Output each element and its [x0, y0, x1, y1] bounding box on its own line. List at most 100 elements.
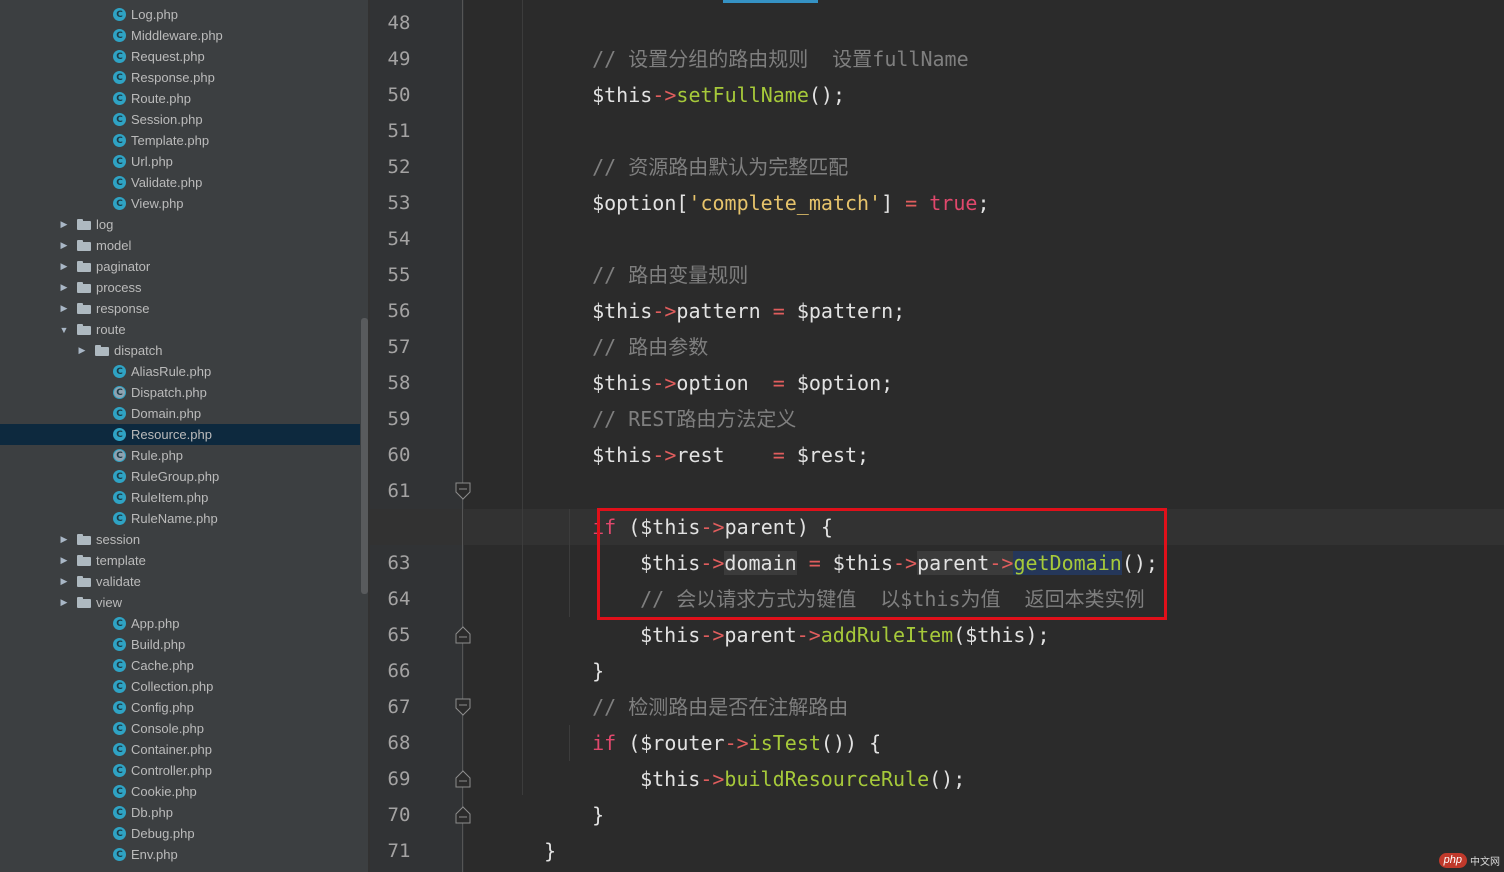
tree-file[interactable]: C Container.php	[0, 739, 360, 760]
code-line-56[interactable]: // 路由参数	[568, 293, 708, 359]
active-tab-indicator	[723, 0, 818, 3]
tree-file[interactable]: C RuleItem.php	[0, 487, 360, 508]
code-line-55[interactable]: $this->pattern = $pattern;	[568, 257, 905, 323]
code-line-57[interactable]: $this->option = $option;	[568, 329, 893, 395]
chevron-right-icon[interactable]: ▶	[59, 592, 69, 613]
php-class-icon: C	[113, 617, 126, 630]
code-line-51[interactable]: // 资源路由默认为完整匹配	[568, 113, 848, 179]
fold-collapse-icon[interactable]	[455, 698, 471, 716]
tree-folder[interactable]: ▶ view	[0, 592, 360, 613]
string-literal: 'complete_match'	[688, 191, 882, 215]
tree-file[interactable]: C Request.php	[0, 46, 360, 67]
code-line-68[interactable]: $this->buildResourceRule();	[616, 725, 965, 791]
tree-file[interactable]: C Build.php	[0, 634, 360, 655]
php-class-icon: C	[113, 806, 126, 819]
code-line-67[interactable]: if ($router->isTest()) {	[568, 689, 881, 755]
fold-end-icon[interactable]	[455, 770, 471, 788]
fold-end-icon[interactable]	[455, 806, 471, 824]
tree-file[interactable]: C Domain.php	[0, 403, 360, 424]
tree-file[interactable]: C Collection.php	[0, 676, 360, 697]
tree-file[interactable]: C RuleName.php	[0, 508, 360, 529]
tree-item-label: session	[96, 532, 141, 547]
tree-item-label: Cache.php	[131, 658, 194, 673]
chevron-down-icon[interactable]: ▼	[59, 319, 69, 340]
tree-file[interactable]: C Cache.php	[0, 655, 360, 676]
php-class-icon: C	[113, 638, 126, 651]
tree-folder[interactable]: ▶ model	[0, 235, 360, 256]
tree-file[interactable]: C Session.php	[0, 109, 360, 130]
code-line-48[interactable]: // 设置分组的路由规则 设置fullName	[568, 5, 969, 71]
tree-folder[interactable]: ▶ process	[0, 277, 360, 298]
property: parent	[724, 623, 797, 647]
tree-file[interactable]: C Env.php	[0, 844, 360, 865]
tree-item-label: Container.php	[131, 742, 212, 757]
tree-file[interactable]: C Db.php	[0, 802, 360, 823]
code-line-58[interactable]: // REST路由方法定义	[568, 365, 796, 431]
code-line-69[interactable]: }	[568, 761, 604, 827]
tree-folder[interactable]: ▼ route	[0, 319, 360, 340]
chevron-right-icon[interactable]: ▶	[59, 235, 69, 256]
tree-file[interactable]: C Debug.php	[0, 823, 360, 844]
code-line-61[interactable]: if ($this->parent) {	[568, 473, 833, 539]
fold-end-icon[interactable]	[455, 626, 471, 644]
tree-file[interactable]: C App.php	[0, 613, 360, 634]
tree-file[interactable]: C Controller.php	[0, 760, 360, 781]
code-line-65[interactable]: }	[568, 617, 604, 683]
tree-item-label: Build.php	[131, 637, 186, 652]
folder-icon	[77, 219, 91, 230]
tree-file[interactable]: C Resource.php	[0, 424, 360, 445]
tree-file[interactable]: C AliasRule.php	[0, 361, 360, 382]
tree-folder[interactable]: ▶ paginator	[0, 256, 360, 277]
code-line-59[interactable]: $this->rest = $rest;	[568, 401, 869, 467]
tree-folder[interactable]: ▶ response	[0, 298, 360, 319]
tree-file[interactable]: C Url.php	[0, 151, 360, 172]
tree-file[interactable]: C Template.php	[0, 130, 360, 151]
tree-file[interactable]: C View.php	[0, 193, 360, 214]
php-class-icon: C	[113, 386, 126, 399]
sidebar-scrollbar[interactable]	[361, 318, 368, 594]
tree-item-label: template	[96, 553, 146, 568]
tree-file[interactable]: C RuleGroup.php	[0, 466, 360, 487]
code-line-49[interactable]: $this->setFullName();	[568, 41, 845, 107]
line-number: 69	[387, 768, 411, 790]
tree-item-label: Route.php	[131, 91, 191, 106]
tree-file[interactable]: C Route.php	[0, 88, 360, 109]
tree-file[interactable]: C Rule.php	[0, 445, 360, 466]
code-line-66[interactable]: // 检测路由是否在注解路由	[568, 653, 848, 719]
chevron-right-icon[interactable]: ▶	[59, 571, 69, 592]
fold-collapse-icon[interactable]	[455, 482, 471, 500]
variable: $this	[592, 83, 653, 107]
operator: =	[905, 191, 918, 215]
code-line-52[interactable]: $option['complete_match'] = true;	[568, 149, 989, 215]
line-number-gutter: 4849505152535455565758596061626364656667…	[370, 0, 464, 872]
folder-icon	[77, 324, 91, 335]
code-line-70[interactable]: }	[520, 797, 556, 863]
chevron-right-icon[interactable]: ▶	[59, 529, 69, 550]
variable: $pattern;	[784, 299, 906, 323]
tree-file[interactable]: C Cookie.php	[0, 781, 360, 802]
tree-item-label: App.php	[131, 616, 180, 631]
chevron-right-icon[interactable]: ▶	[59, 550, 69, 571]
tree-file[interactable]: C Console.php	[0, 718, 360, 739]
tree-file[interactable]: C Middleware.php	[0, 25, 360, 46]
keyword: if	[592, 731, 617, 755]
tree-file[interactable]: C Config.php	[0, 697, 360, 718]
chevron-right-icon[interactable]: ▶	[59, 256, 69, 277]
tree-folder[interactable]: ▶ log	[0, 214, 360, 235]
tree-folder[interactable]: ▶ session	[0, 529, 360, 550]
tree-file[interactable]: C Response.php	[0, 67, 360, 88]
tree-folder[interactable]: ▶ template	[0, 550, 360, 571]
chevron-right-icon[interactable]: ▶	[77, 340, 87, 361]
chevron-right-icon[interactable]: ▶	[59, 277, 69, 298]
tree-file[interactable]: C Validate.php	[0, 172, 360, 193]
folder-icon	[77, 534, 91, 545]
php-class-icon: C	[113, 722, 126, 735]
line-number: 63	[387, 552, 411, 574]
tree-file[interactable]: C Dispatch.php	[0, 382, 360, 403]
tree-folder[interactable]: ▶ dispatch	[0, 340, 360, 361]
chevron-right-icon[interactable]: ▶	[59, 298, 69, 319]
chevron-right-icon[interactable]: ▶	[59, 214, 69, 235]
tree-folder[interactable]: ▶ validate	[0, 571, 360, 592]
code-line-54[interactable]: // 路由变量规则	[568, 221, 748, 287]
tree-file[interactable]: C Log.php	[0, 4, 360, 25]
